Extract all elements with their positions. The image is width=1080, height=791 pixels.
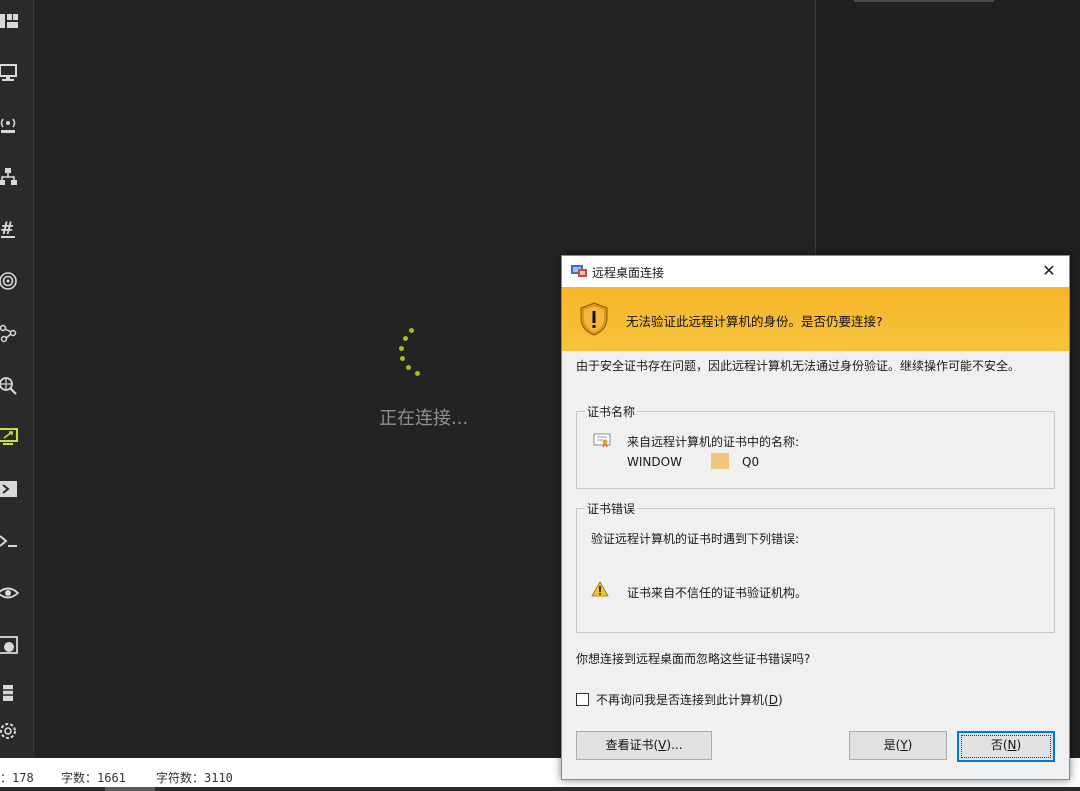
share-icon[interactable] [0, 320, 22, 346]
connecting-status: 正在连接... [379, 408, 469, 429]
taskbar-strip [0, 787, 1080, 791]
remote-desktop-icon[interactable] [0, 424, 22, 450]
no-button[interactable]: 否(N) [957, 731, 1055, 762]
warning-message: 无法验证此远程计算机的身份。是否仍要连接? [626, 314, 883, 329]
dont-ask-again-row[interactable]: 不再询问我是否连接到此计算机(D) [576, 691, 783, 708]
cert-name-prefix: WINDOW [627, 455, 682, 469]
fingerprint-icon[interactable] [0, 268, 22, 294]
cert-error-group: 证书错误 验证远程计算机的证书时遇到下列错误: 证书来自不信任的证书验证机构。 [576, 500, 1055, 633]
sidebar: # [0, 0, 34, 758]
rdp-cert-dialog: 远程桌面连接 ✕ 无法验证此远程计算机的身份。是否仍要连接? 由于安全证书存在问… [561, 255, 1070, 780]
certificate-icon [593, 433, 611, 448]
cert-error-caption: 验证远程计算机的证书时遇到下列错误: [591, 532, 800, 546]
dont-ask-again-checkbox[interactable] [576, 693, 589, 706]
redaction-mark [711, 453, 729, 469]
cert-name-suffix: Q0 [742, 455, 760, 469]
search-globe-icon[interactable] [0, 372, 22, 398]
security-description: 由于安全证书存在问题，因此远程计算机无法通过身份验证。继续操作可能不安全。 [576, 359, 1021, 373]
terminal-box-icon[interactable] [0, 476, 22, 502]
console-icon[interactable] [0, 528, 22, 554]
warning-icon [591, 581, 609, 597]
yes-button[interactable]: 是(Y) [849, 731, 947, 760]
server-icon[interactable] [0, 680, 22, 706]
dialog-title: 远程桌面连接 [592, 266, 665, 280]
right-pane-scroll-indicator [854, 0, 994, 2]
line-count: ：178 [0, 771, 34, 785]
view-certificate-button[interactable]: 查看证书(V)... [576, 731, 712, 760]
close-button[interactable]: ✕ [1029, 256, 1069, 287]
eye-icon[interactable] [0, 580, 22, 606]
cert-error-legend: 证书错误 [585, 500, 638, 517]
dashboard-icon[interactable] [0, 8, 22, 34]
loading-spinner [395, 328, 425, 382]
char-count: 字符数：3110 [156, 771, 233, 785]
word-count: 字数：1661 [61, 771, 126, 785]
warning-shield-icon [580, 302, 608, 336]
cert-name-group: 证书名称 来自远程计算机的证书中的名称: WINDOW Q0 [576, 403, 1055, 489]
dont-ask-again-label: 不再询问我是否连接到此计算机(D) [596, 693, 783, 707]
settings-icon[interactable] [0, 718, 22, 744]
web-icon[interactable] [0, 632, 22, 658]
network-icon[interactable] [0, 164, 22, 190]
warning-banner: 无法验证此远程计算机的身份。是否仍要连接? [562, 287, 1069, 351]
dialog-titlebar[interactable]: 远程桌面连接 ✕ [562, 256, 1069, 287]
hash-icon[interactable]: # [0, 216, 22, 242]
wireless-icon[interactable] [0, 112, 22, 138]
cert-name-legend: 证书名称 [585, 403, 638, 420]
monitor-icon[interactable] [0, 60, 22, 86]
remote-desktop-icon [571, 265, 587, 277]
cert-error-message: 证书来自不信任的证书验证机构。 [627, 586, 808, 600]
ignore-errors-question: 你想连接到远程桌面而忽略这些证书错误吗? [576, 652, 811, 666]
cert-name-caption: 来自远程计算机的证书中的名称: [627, 435, 800, 449]
